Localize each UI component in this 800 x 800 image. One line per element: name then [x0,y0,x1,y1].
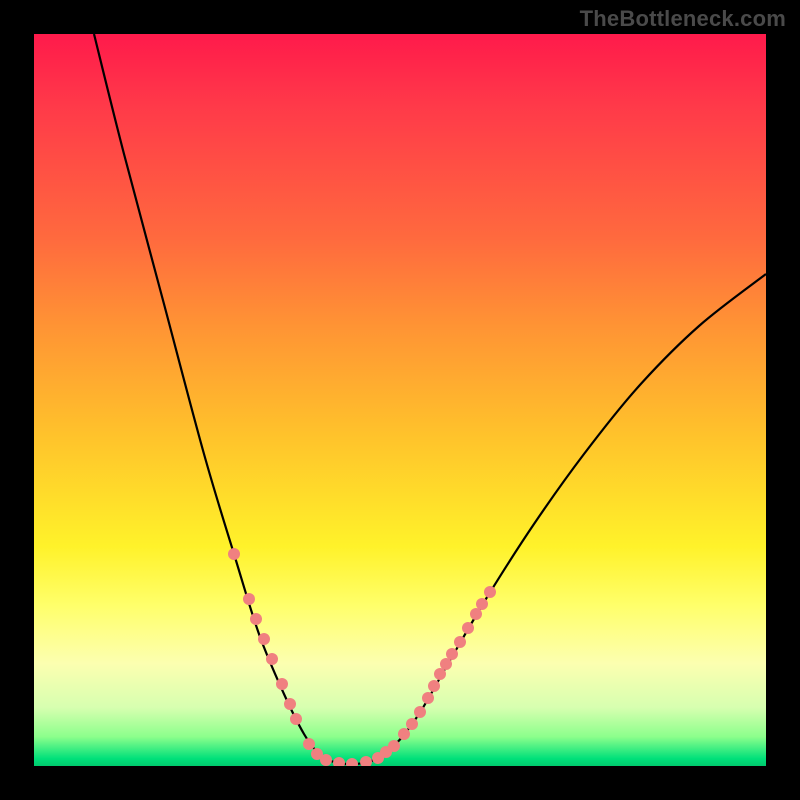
data-marker [422,692,434,704]
data-marker [428,680,440,692]
curve-layer [34,34,766,766]
chart-stage: TheBottleneck.com [0,0,800,800]
data-marker [228,548,240,560]
data-marker [446,648,458,660]
data-marker [462,622,474,634]
data-marker [440,658,452,670]
bottleneck-curve [94,34,766,764]
data-marker [250,613,262,625]
data-marker [346,758,358,766]
data-marker [360,756,372,766]
data-marker [284,698,296,710]
data-marker [320,754,332,766]
plot-area [34,34,766,766]
data-marker [333,757,345,766]
data-marker [266,653,278,665]
marker-group [228,548,496,766]
data-marker [388,740,400,752]
data-marker [258,633,270,645]
data-marker [398,728,410,740]
data-marker [484,586,496,598]
data-marker [290,713,302,725]
data-marker [303,738,315,750]
data-marker [243,593,255,605]
data-marker [454,636,466,648]
data-marker [406,718,418,730]
data-marker [414,706,426,718]
data-marker [276,678,288,690]
data-marker [476,598,488,610]
data-marker [434,668,446,680]
watermark-text: TheBottleneck.com [580,6,786,32]
data-marker [470,608,482,620]
